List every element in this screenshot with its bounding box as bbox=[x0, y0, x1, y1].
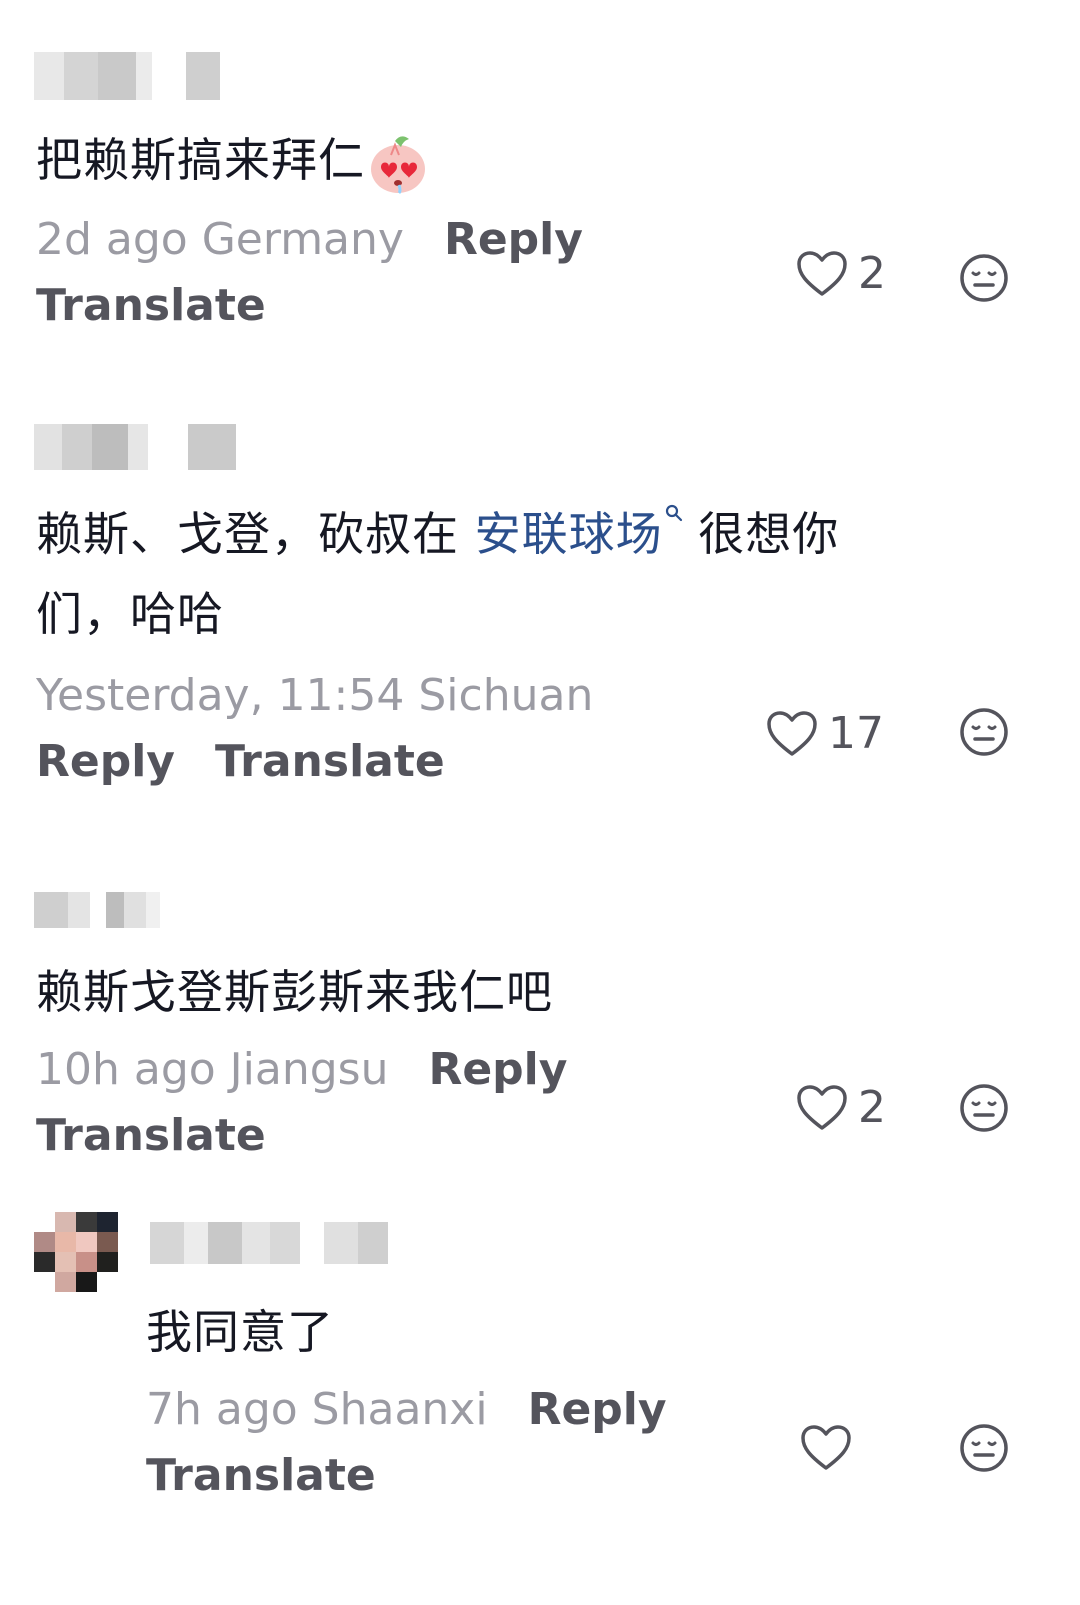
translate-button[interactable]: Translate bbox=[36, 280, 266, 331]
comment-time-location: Yesterday, 11:54 Sichuan bbox=[36, 670, 594, 721]
translate-button[interactable]: Translate bbox=[146, 1450, 376, 1501]
username-blurred[interactable] bbox=[34, 52, 220, 100]
like-button[interactable]: 2 bbox=[796, 1082, 886, 1133]
comment-meta: Yesterday, 11:54 Sichuan bbox=[36, 664, 593, 728]
like-count: 2 bbox=[858, 248, 886, 299]
comment-time-location: 7h ago Shaanxi bbox=[146, 1384, 488, 1435]
comment-meta-line2: Translate bbox=[146, 1444, 376, 1508]
neutral-face-icon[interactable] bbox=[958, 1082, 1010, 1134]
hashtag-link[interactable]: 安联球场 bbox=[475, 504, 683, 561]
translate-button[interactable]: Translate bbox=[36, 1110, 266, 1161]
reply-button[interactable]: Reply bbox=[36, 736, 175, 787]
neutral-face-icon[interactable] bbox=[958, 252, 1010, 304]
comment-meta-line2: Translate bbox=[36, 274, 266, 338]
reply-button[interactable]: Reply bbox=[428, 1044, 567, 1095]
comment-meta: 10h ago Jiangsu Reply bbox=[36, 1038, 567, 1102]
comment-time-location: 2d ago Germany bbox=[36, 214, 404, 265]
search-icon bbox=[665, 504, 682, 522]
like-button[interactable]: 17 bbox=[766, 708, 884, 759]
comment-text: 我同意了 bbox=[146, 1305, 334, 1359]
like-count: 17 bbox=[828, 708, 884, 759]
comment-meta-line2: Translate bbox=[36, 1104, 266, 1168]
reply-button[interactable]: Reply bbox=[444, 214, 583, 265]
reply-button[interactable]: Reply bbox=[528, 1384, 667, 1435]
avatar[interactable] bbox=[34, 1212, 118, 1292]
neutral-face-icon[interactable] bbox=[958, 1422, 1010, 1474]
comment-meta: 7h ago Shaanxi Reply bbox=[146, 1378, 667, 1442]
comment-text-line2: 们，哈哈 bbox=[36, 587, 224, 641]
comment-meta: 2d ago Germany Reply bbox=[36, 208, 583, 272]
heart-outline-icon bbox=[797, 250, 847, 296]
heart-outline-icon bbox=[797, 1084, 847, 1130]
comment-text: 赖斯戈登斯彭斯来我仁吧 bbox=[36, 965, 553, 1019]
username-blurred[interactable] bbox=[34, 892, 160, 928]
username-blurred[interactable] bbox=[150, 1222, 388, 1264]
comment-text: 把赖斯搞来拜仁 bbox=[36, 120, 427, 200]
like-button[interactable]: 2 bbox=[796, 248, 886, 299]
comment-meta-line2: Reply Translate bbox=[36, 730, 445, 794]
neutral-face-icon[interactable] bbox=[958, 706, 1010, 758]
like-button[interactable] bbox=[800, 1424, 862, 1472]
translate-button[interactable]: Translate bbox=[215, 736, 445, 787]
comment-time-location: 10h ago Jiangsu bbox=[36, 1044, 389, 1095]
heart-eyes-peach-emoji bbox=[369, 133, 427, 195]
heart-outline-icon bbox=[767, 710, 817, 756]
heart-outline-icon bbox=[801, 1425, 851, 1470]
comment-text: 赖斯、戈登，砍叔在 安联球场 很想你 bbox=[36, 494, 936, 574]
like-count: 2 bbox=[858, 1082, 886, 1133]
username-blurred[interactable] bbox=[34, 424, 236, 470]
